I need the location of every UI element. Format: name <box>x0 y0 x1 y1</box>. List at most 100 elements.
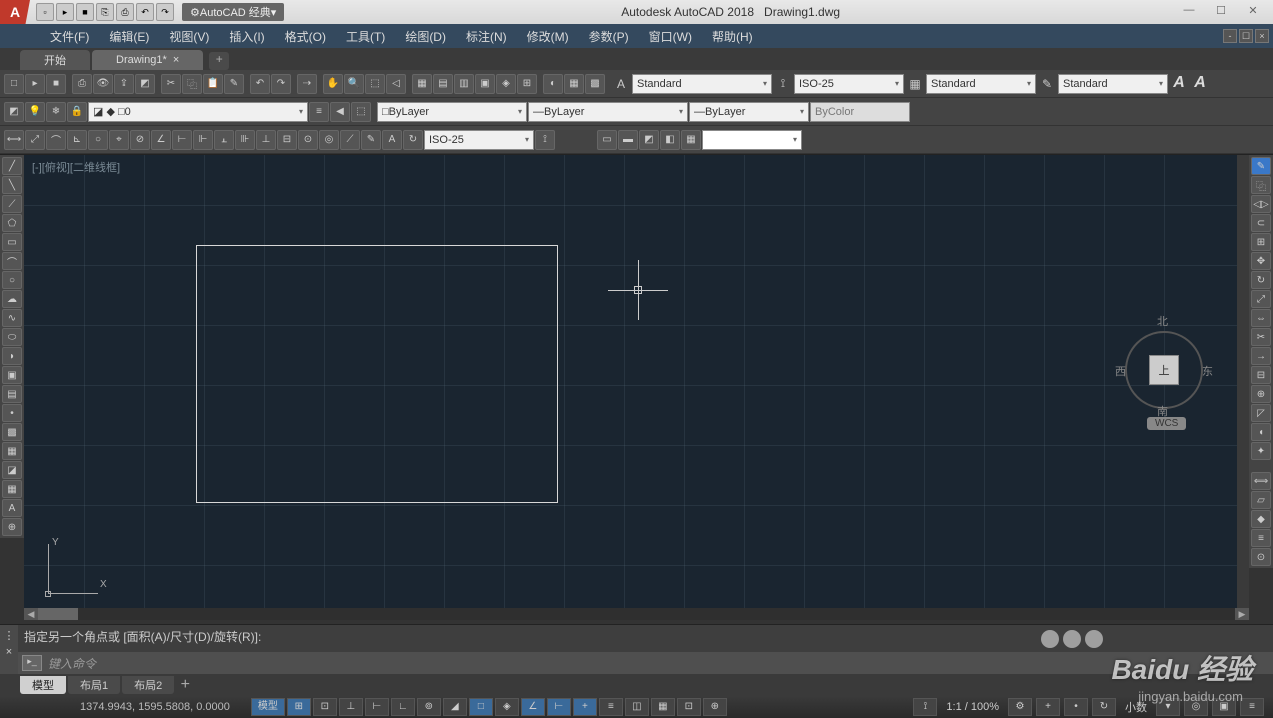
scale-icon[interactable]: ⤢ <box>1251 290 1271 308</box>
status-cube-icon[interactable]: ▣ <box>1212 698 1236 716</box>
dim-ordinate-icon[interactable]: ⊾ <box>67 130 87 150</box>
dim-continue-icon[interactable]: ⫠ <box>214 130 234 150</box>
viewcube-top[interactable]: 上 <box>1149 355 1179 385</box>
tablestyle-combo[interactable]: Standard▾ <box>926 74 1036 94</box>
dim-linear-icon[interactable]: ⟷ <box>4 130 24 150</box>
status-qp-icon[interactable]: ▦ <box>651 698 675 716</box>
new-tab-button[interactable]: + <box>209 52 229 70</box>
ellipse-arc-icon[interactable]: ◗ <box>2 347 22 365</box>
menu-draw[interactable]: 绘图(D) <box>395 28 456 45</box>
status-polar-icon[interactable]: ⊚ <box>417 698 441 716</box>
tool-palette-icon[interactable]: ▥ <box>454 74 474 94</box>
region-icon[interactable]: ◪ <box>2 461 22 479</box>
saveas-icon[interactable]: ⎘ <box>96 3 114 21</box>
tab-drawing1[interactable]: Drawing1* × <box>92 50 203 70</box>
jogged-linear-icon[interactable]: ⟋ <box>340 130 360 150</box>
viewcube-east[interactable]: 东 <box>1202 363 1213 379</box>
status-snap-icon[interactable]: ⊡ <box>313 698 337 716</box>
undo-icon[interactable]: ↶ <box>136 3 154 21</box>
undo2-icon[interactable]: ↶ <box>250 74 270 94</box>
linetype-combo[interactable]: — ByLayer▾ <box>528 102 688 122</box>
match-icon[interactable]: ✎ <box>224 74 244 94</box>
tab-layout2[interactable]: 布局2 <box>122 676 174 694</box>
scroll-left-icon[interactable]: ◀ <box>24 608 38 620</box>
stretch-icon[interactable]: ⇔ <box>1251 309 1271 327</box>
props-icon[interactable]: ▦ <box>412 74 432 94</box>
pan-icon[interactable]: ✋ <box>323 74 343 94</box>
arc-icon[interactable]: ⌒ <box>2 252 22 270</box>
menu-tools[interactable]: 工具(T) <box>336 28 395 45</box>
mass-icon[interactable]: ◆ <box>1251 510 1271 528</box>
line-icon[interactable]: ╱ <box>2 157 22 175</box>
cmd-prompt-icon[interactable]: ▸_ <box>22 655 42 671</box>
www-icon[interactable]: ⇢ <box>297 74 317 94</box>
status-dot-icon[interactable]: • <box>1064 698 1088 716</box>
toolbar-btn-a[interactable]: ◐ <box>543 74 563 94</box>
make-block-icon[interactable]: ▤ <box>2 385 22 403</box>
zoom-rt-icon[interactable]: 🔍 <box>344 74 364 94</box>
menu-insert[interactable]: 插入(I) <box>219 28 274 45</box>
redo-icon[interactable]: ↷ <box>156 3 174 21</box>
status-osnap-icon[interactable]: □ <box>469 698 493 716</box>
list-icon[interactable]: ≡ <box>1251 529 1271 547</box>
status-sc-icon[interactable]: ⊡ <box>677 698 701 716</box>
layer-on-icon[interactable]: 💡 <box>25 102 45 122</box>
center-mark-icon[interactable]: ⊙ <box>298 130 318 150</box>
layer-lock-icon[interactable]: 🔒 <box>67 102 87 122</box>
fillet-icon[interactable]: ◖ <box>1251 423 1271 441</box>
status-am-icon[interactable]: ⊕ <box>703 698 727 716</box>
print-icon[interactable]: ⎙ <box>116 3 134 21</box>
scroll-right-icon[interactable]: ▶ <box>1235 608 1249 620</box>
paste-icon[interactable]: 📋 <box>203 74 223 94</box>
dim-diameter-icon[interactable]: ⊘ <box>130 130 150 150</box>
status-ducs-icon[interactable]: ⊢ <box>547 698 571 716</box>
status-plus-icon[interactable]: + <box>1036 698 1060 716</box>
status-scale-icon[interactable]: ⟟ <box>913 698 937 716</box>
dim-update-icon[interactable]: ↻ <box>403 130 423 150</box>
break-icon[interactable]: ⊟ <box>1251 366 1271 384</box>
area-icon[interactable]: ▱ <box>1251 491 1271 509</box>
horizontal-scrollbar[interactable]: ◀ ▶ <box>24 608 1249 620</box>
markup-icon[interactable]: ◈ <box>496 74 516 94</box>
inspection-icon[interactable]: ◎ <box>319 130 339 150</box>
tab-model[interactable]: 模型 <box>20 676 66 694</box>
menu-edit[interactable]: 编辑(E) <box>99 28 159 45</box>
array-icon[interactable]: ⊞ <box>1251 233 1271 251</box>
status-gear-icon[interactable]: ⚙ <box>1008 698 1032 716</box>
dim-baseline-icon[interactable]: ⊩ <box>193 130 213 150</box>
menu-window[interactable]: 窗口(W) <box>639 28 702 45</box>
layer-prev-icon[interactable]: ◀ <box>330 102 350 122</box>
plot-icon[interactable]: ⎙ <box>72 74 92 94</box>
mdi-restore[interactable]: ☐ <box>1239 29 1253 43</box>
trim-icon[interactable]: ✂ <box>1251 328 1271 346</box>
calc-icon[interactable]: ⊞ <box>517 74 537 94</box>
new-file-icon[interactable]: □ <box>4 74 24 94</box>
extend-icon[interactable]: → <box>1251 347 1271 365</box>
rectangle-icon[interactable]: ▭ <box>2 233 22 251</box>
toolbar-btn-c[interactable]: ▩ <box>585 74 605 94</box>
menu-format[interactable]: 格式(O) <box>275 28 336 45</box>
app-logo[interactable]: A <box>0 0 30 24</box>
polygon-icon[interactable]: ⬠ <box>2 214 22 232</box>
menu-modify[interactable]: 修改(M) <box>517 28 579 45</box>
textstyle-A2-icon[interactable]: A <box>1190 74 1210 94</box>
mtext-icon[interactable]: A <box>2 499 22 517</box>
layer-freeze-icon[interactable]: ❄ <box>46 102 66 122</box>
drawing-canvas[interactable]: [-][俯视][二维线框] Y X 北 上 西 东 南 WCS <box>24 155 1249 608</box>
vp-single-icon[interactable]: ▭ <box>597 130 617 150</box>
ellipse-icon[interactable]: ⬭ <box>2 328 22 346</box>
id-icon[interactable]: ⊙ <box>1251 548 1271 566</box>
dimstyle-combo[interactable]: ISO-25▾ <box>794 74 904 94</box>
maximize-button[interactable]: ☐ <box>1209 4 1233 20</box>
dim-space-icon[interactable]: ⊪ <box>235 130 255 150</box>
tab-start[interactable]: 开始 <box>20 50 90 70</box>
menu-params[interactable]: 参数(P) <box>579 28 639 45</box>
viewcube[interactable]: 北 上 西 东 南 WCS <box>1119 313 1209 433</box>
dimstyle-mgr-icon[interactable]: ⟟ <box>535 130 555 150</box>
textstyle-combo[interactable]: Standard▾ <box>632 74 772 94</box>
dim-edit-icon[interactable]: ✎ <box>361 130 381 150</box>
vp-lock-icon[interactable]: ▦ <box>681 130 701 150</box>
color-combo[interactable]: □ ByLayer▾ <box>377 102 527 122</box>
textstyle-A-icon[interactable]: A <box>1169 74 1189 94</box>
status-scale-value[interactable]: 1:1 / 100% <box>940 701 1005 713</box>
